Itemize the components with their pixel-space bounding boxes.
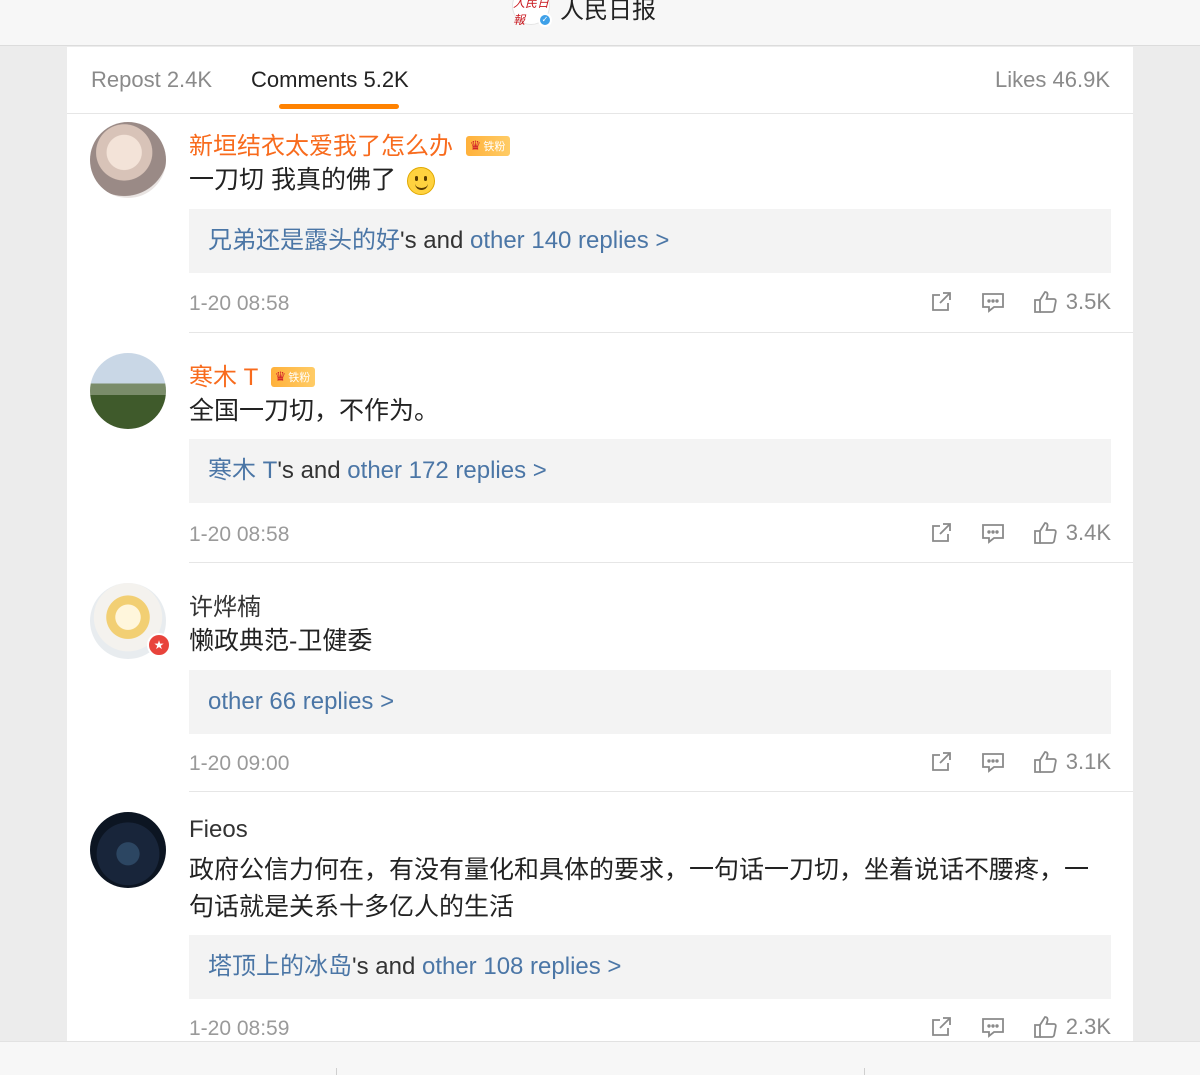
fan-badge-label: 铁粉 — [483, 140, 506, 153]
fan-badge-label: 铁粉 — [288, 371, 311, 384]
share-icon[interactable] — [928, 749, 954, 775]
reply-connector: 's and — [277, 457, 348, 484]
like-count: 2.3K — [1065, 1014, 1111, 1039]
active-tab-indicator — [279, 104, 399, 109]
comment-actions: 3.5K — [902, 289, 1111, 315]
comment-item: Fieos 政府公信力何在，有没有量化和具体的要求，一句话一刀切，坐着说话不腰疼… — [67, 804, 1133, 1041]
comment-actions: 3.1K — [902, 749, 1111, 775]
comment-username[interactable]: 寒木 T ♛ 铁粉 — [189, 357, 316, 392]
divider — [189, 791, 1133, 792]
comment-text: 懒政典范-卫健委 — [189, 627, 373, 655]
fan-badge: ♛ 铁粉 — [270, 366, 316, 387]
more-replies-link[interactable]: other 108 replies > — [422, 953, 621, 980]
comment-actions: 3.4K — [902, 520, 1111, 546]
comment-time: 1-20 08:59 — [189, 1017, 290, 1040]
comment-username[interactable]: 新垣结衣太爱我了怎么办 ♛ 铁粉 — [189, 126, 511, 161]
comment-text-content: 一刀切 我真的佛了 — [189, 166, 396, 194]
like-count: 3.5K — [1065, 289, 1111, 314]
star-badge-icon: ★ — [147, 633, 171, 657]
more-replies-link[interactable]: other 140 replies > — [470, 227, 669, 254]
reply-preview[interactable]: other 66 replies > — [189, 670, 1111, 734]
comment-time: 1-20 09:00 — [189, 752, 290, 775]
account-avatar[interactable]: 人民日報 ✓ — [512, 0, 552, 27]
account-name[interactable]: 人民日报 — [560, 0, 656, 25]
more-replies-link[interactable]: other 66 replies > — [208, 688, 394, 715]
crown-icon: ♛ — [469, 137, 482, 153]
username-text[interactable]: 许烨楠 — [189, 594, 261, 621]
like-icon[interactable] — [1032, 289, 1058, 315]
smiley-emoji — [406, 167, 435, 196]
like-count: 3.4K — [1065, 520, 1111, 545]
reply-username[interactable]: 兄弟还是露头的好 — [208, 227, 400, 254]
toolbar-divider — [864, 1068, 865, 1075]
share-icon[interactable] — [928, 289, 954, 315]
comment-time: 1-20 08:58 — [189, 523, 290, 546]
reply-preview[interactable]: 塔顶上的冰岛's and other 108 replies > — [189, 935, 1111, 999]
bottom-toolbar — [0, 1041, 1200, 1075]
username-text[interactable]: 寒木 T — [189, 364, 258, 391]
like-icon[interactable] — [1032, 749, 1058, 775]
crown-icon: ♛ — [274, 368, 287, 384]
share-icon[interactable] — [928, 1014, 954, 1040]
avatar[interactable] — [90, 353, 166, 429]
comment-text: 政府公信力何在，有没有量化和具体的要求，一句话一刀切，坐着说话不腰疼，一句话就是… — [189, 856, 1090, 921]
comment-meta: 1-20 08:58 3.5K — [189, 289, 1111, 322]
username-text[interactable]: 新垣结衣太爱我了怎么办 — [189, 133, 453, 160]
reply-username[interactable]: 塔顶上的冰岛 — [208, 953, 352, 980]
more-replies-link[interactable]: other 172 replies > — [347, 457, 546, 484]
reply-preview[interactable]: 寒木 T's and other 172 replies > — [189, 439, 1111, 503]
reply-username[interactable]: 寒木 T — [208, 457, 277, 484]
divider — [189, 562, 1133, 563]
like-icon[interactable] — [1032, 1014, 1058, 1040]
comment-time: 1-20 08:58 — [189, 292, 290, 315]
comment-meta: 1-20 08:58 3.4K — [189, 520, 1111, 553]
avatar[interactable] — [90, 122, 166, 198]
comment-text: 一刀切 我真的佛了 — [189, 162, 1089, 199]
top-bar: 人民日報 ✓ 人民日报 — [0, 0, 1200, 46]
comment-icon[interactable] — [980, 520, 1006, 546]
comment-actions: 2.3K — [902, 1014, 1111, 1040]
fan-badge: ♛ 铁粉 — [465, 135, 511, 156]
reply-preview[interactable]: 兄弟还是露头的好's and other 140 replies > — [189, 209, 1111, 273]
avatar[interactable] — [90, 812, 166, 888]
comment-item: 寒木 T ♛ 铁粉 全国一刀切，不作为。 寒木 T's and other 172… — [67, 345, 1133, 564]
reply-connector: 's and — [352, 953, 422, 980]
username-text[interactable]: Fieos — [189, 816, 248, 843]
like-count: 3.1K — [1065, 749, 1111, 774]
tab-bar: Repost 2.4K Comments 5.2K Likes 46.9K — [67, 47, 1133, 114]
like-icon[interactable] — [1032, 520, 1058, 546]
comments-card: Repost 2.4K Comments 5.2K Likes 46.9K 新垣… — [67, 47, 1133, 1041]
comment-username[interactable]: 许烨楠 — [189, 587, 261, 622]
share-icon[interactable] — [928, 520, 954, 546]
comment-username[interactable]: Fieos — [189, 816, 248, 844]
toolbar-divider — [336, 1068, 337, 1075]
verified-icon: ✓ — [538, 12, 552, 27]
comment-meta: 1-20 09:00 3.1K — [189, 749, 1111, 782]
comment-icon[interactable] — [980, 289, 1006, 315]
comment-item: ★ 许烨楠 懒政典范-卫健委 other 66 replies > 1-20 0… — [67, 575, 1133, 793]
account-header[interactable]: 人民日報 ✓ 人民日报 — [512, 0, 656, 27]
tab-comments[interactable]: Comments 5.2K — [251, 67, 409, 93]
tab-likes[interactable]: Likes 46.9K — [995, 67, 1110, 93]
comment-icon[interactable] — [980, 1014, 1006, 1040]
tab-repost[interactable]: Repost 2.4K — [91, 67, 212, 93]
comment-item: 新垣结衣太爱我了怎么办 ♛ 铁粉 一刀切 我真的佛了 兄弟还是露头的好's and… — [67, 114, 1133, 333]
comment-text: 全国一刀切，不作为。 — [189, 397, 440, 425]
comment-icon[interactable] — [980, 749, 1006, 775]
reply-connector: 's and — [400, 227, 470, 254]
divider — [189, 332, 1133, 333]
